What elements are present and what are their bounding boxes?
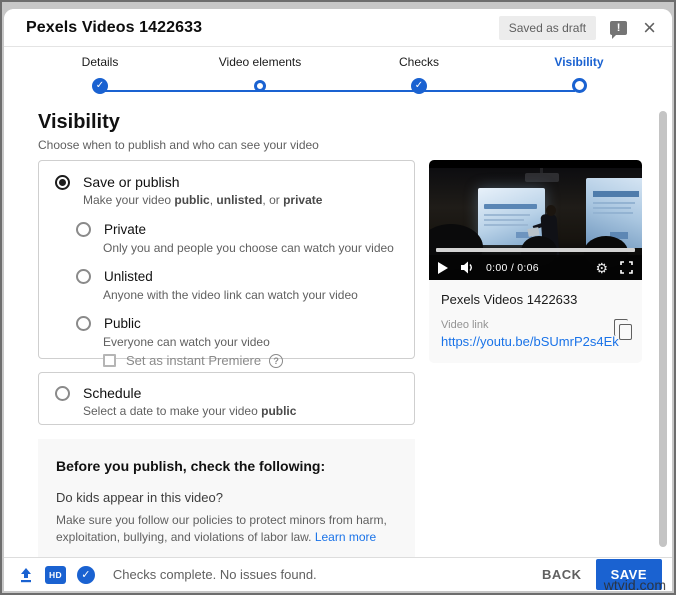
- step-done-icon: ✓: [411, 78, 427, 94]
- feedback-icon[interactable]: !: [610, 20, 628, 39]
- private-desc: Only you and people you choose can watch…: [103, 241, 394, 255]
- dialog-content: Visibility Choose when to publish and wh…: [4, 103, 672, 557]
- step-video-elements[interactable]: Video elements: [200, 55, 320, 96]
- step-done-icon: ✓: [92, 78, 108, 94]
- back-button[interactable]: BACK: [528, 559, 596, 590]
- step-visibility[interactable]: Visibility: [519, 55, 639, 96]
- video-link[interactable]: https://youtu.be/bSUmrP2s4Ek: [441, 334, 630, 349]
- stepper: Details ✓ Video elements Checks ✓ Visibi…: [4, 47, 672, 103]
- close-icon[interactable]: ×: [643, 16, 656, 38]
- video-preview-card: 0:00 / 0:06 ⚙ Pexels Videos 1422633 Vide…: [429, 160, 642, 363]
- upload-dialog: Pexels Videos 1422633 Saved as draft ! ×…: [4, 9, 672, 591]
- footer-status-text: Checks complete. No issues found.: [112, 567, 317, 582]
- help-icon[interactable]: ?: [269, 353, 284, 368]
- video-still: [429, 168, 642, 270]
- step-details[interactable]: Details ✓: [40, 55, 160, 96]
- volume-icon[interactable]: [461, 261, 476, 274]
- video-player[interactable]: 0:00 / 0:06 ⚙: [429, 160, 642, 280]
- seek-bar[interactable]: [436, 248, 635, 252]
- player-controls: 0:00 / 0:06 ⚙: [429, 255, 642, 280]
- save-or-publish-radio[interactable]: [55, 175, 70, 190]
- unlisted-label[interactable]: Unlisted: [104, 268, 153, 285]
- page-title: Visibility: [38, 111, 120, 133]
- dialog-footer: HD ✓ Checks complete. No issues found. B…: [4, 557, 672, 591]
- schedule-card: Schedule Select a date to make your vide…: [38, 372, 415, 425]
- checks-paragraph-kids: Make sure you follow our policies to pro…: [56, 513, 387, 545]
- play-icon[interactable]: [438, 261, 448, 274]
- instant-premiere-checkbox[interactable]: [103, 354, 116, 367]
- page-subtitle: Choose when to publish and who can see y…: [38, 138, 319, 152]
- checks-heading: Before you publish, check the following:: [56, 458, 326, 474]
- public-label[interactable]: Public: [104, 315, 141, 332]
- save-or-publish-card: Save or publish Make your video public, …: [38, 160, 415, 368]
- scrollbar[interactable]: [659, 111, 667, 547]
- upload-status-icon: [21, 567, 31, 582]
- projector-shape: [525, 168, 559, 182]
- save-or-publish-label[interactable]: Save or publish: [83, 174, 180, 191]
- settings-icon[interactable]: ⚙: [595, 261, 608, 275]
- hd-badge: HD: [45, 565, 66, 584]
- step-todo-icon: [254, 80, 266, 92]
- instant-premiere-label: Set as instant Premiere: [126, 353, 262, 368]
- save-or-publish-desc: Make your video public, unlisted, or pri…: [83, 193, 323, 207]
- video-title: Pexels Videos 1422633: [441, 292, 578, 307]
- private-radio[interactable]: [76, 222, 91, 237]
- learn-more-link[interactable]: Learn more: [315, 530, 376, 544]
- stepper-line: [100, 90, 575, 92]
- pre-publish-checks-box: Before you publish, check the following:…: [38, 439, 415, 557]
- unlisted-desc: Anyone with the video link can watch you…: [103, 288, 358, 302]
- public-radio[interactable]: [76, 316, 91, 331]
- checks-question-kids: Do kids appear in this video?: [56, 490, 223, 505]
- checks-complete-icon: ✓: [76, 565, 95, 584]
- watermark: wtvid.com: [603, 577, 666, 593]
- time-display: 0:00 / 0:06: [486, 261, 539, 274]
- step-current-icon: [571, 78, 587, 93]
- schedule-desc: Select a date to make your video public: [83, 404, 297, 418]
- video-info: Pexels Videos 1422633 Video link https:/…: [429, 280, 642, 363]
- window-frame: Pexels Videos 1422633 Saved as draft ! ×…: [0, 0, 676, 595]
- video-link-label: Video link: [441, 319, 489, 331]
- unlisted-radio[interactable]: [76, 269, 91, 284]
- saved-as-draft-badge: Saved as draft: [498, 15, 597, 40]
- fullscreen-icon[interactable]: [620, 261, 633, 274]
- private-label[interactable]: Private: [104, 221, 146, 238]
- step-checks[interactable]: Checks ✓: [359, 55, 479, 96]
- dialog-header: Pexels Videos 1422633 Saved as draft ! ×: [4, 9, 672, 47]
- schedule-label[interactable]: Schedule: [83, 385, 141, 402]
- schedule-radio[interactable]: [55, 386, 70, 401]
- dialog-title: Pexels Videos 1422633: [26, 18, 203, 36]
- public-desc: Everyone can watch your video: [103, 335, 270, 349]
- copy-link-icon[interactable]: [614, 319, 632, 340]
